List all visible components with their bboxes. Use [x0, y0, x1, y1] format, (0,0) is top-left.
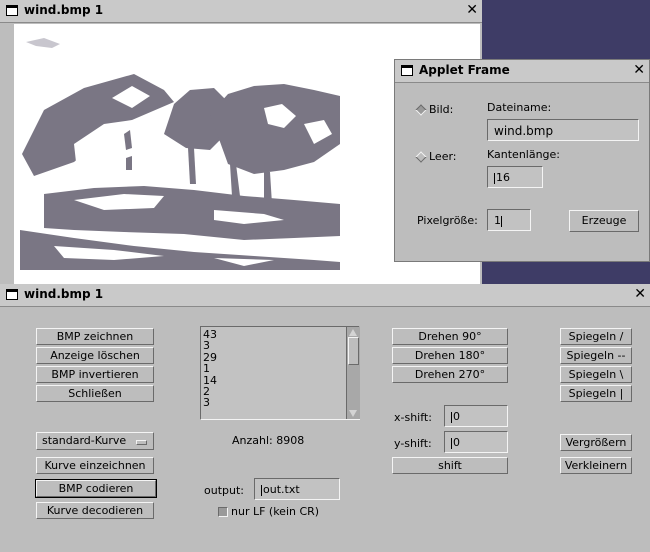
list-item[interactable]: 2: [201, 386, 345, 398]
text-caret: [451, 411, 452, 423]
kantenlaenge-label: Kantenlänge:: [487, 148, 561, 161]
nur-lf-checkbox[interactable]: nur LF (kein CR): [218, 505, 319, 518]
yshift-value: 0: [453, 436, 460, 449]
window-menu-icon[interactable]: [6, 289, 18, 300]
bmp-invertieren-button[interactable]: BMP invertieren: [36, 366, 154, 383]
drehen-270-button[interactable]: Drehen 270°: [392, 366, 508, 383]
pixelgroesse-field[interactable]: 1: [487, 209, 531, 231]
anzeige-loeschen-button[interactable]: Anzeige löschen: [36, 347, 154, 364]
list-item[interactable]: 3: [201, 397, 345, 409]
close-icon[interactable]: ✕: [633, 62, 645, 78]
radio-selected-icon: [415, 104, 427, 116]
control-window: wind.bmp 1 ✕ BMP zeichnen Anzeige lösche…: [0, 284, 650, 552]
kurve-einzeichnen-button[interactable]: Kurve einzeichnen: [36, 457, 154, 474]
spiegeln-horizontal-button[interactable]: Spiegeln --: [560, 347, 632, 364]
vergroessern-button[interactable]: Vergrößern: [560, 434, 632, 451]
list-item[interactable]: 29: [201, 351, 345, 363]
close-icon[interactable]: ✕: [634, 286, 646, 302]
window-menu-icon[interactable]: [401, 65, 413, 76]
xshift-label: x-shift:: [394, 411, 432, 424]
xshift-value: 0: [453, 410, 460, 423]
control-window-title: wind.bmp 1: [24, 287, 104, 301]
dateiname-field[interactable]: wind.bmp: [487, 119, 639, 141]
text-caret: [494, 172, 495, 184]
radio-bild[interactable]: Bild:: [415, 103, 454, 116]
output-value: out.txt: [263, 483, 300, 496]
pixelgroesse-label: Pixelgröße:: [417, 214, 478, 227]
erzeuge-button[interactable]: Erzeuge: [569, 210, 639, 232]
scrollbar-thumb[interactable]: [348, 337, 359, 365]
close-icon[interactable]: ✕: [466, 2, 478, 18]
checkbox-icon: [218, 507, 228, 517]
output-label: output:: [204, 484, 244, 497]
schliessen-button[interactable]: Schließen: [36, 385, 154, 402]
radio-leer-label: Leer:: [429, 150, 457, 163]
kantenlaenge-value: 16: [496, 171, 510, 184]
scroll-up-arrow-icon[interactable]: [349, 329, 357, 336]
xshift-field[interactable]: 0: [444, 405, 508, 427]
pixelgroesse-value: 1: [494, 214, 501, 227]
applet-title: Applet Frame: [419, 63, 510, 77]
image-window-title: wind.bmp 1: [24, 3, 104, 17]
yshift-field[interactable]: 0: [444, 431, 508, 453]
list-item[interactable]: 1: [201, 363, 345, 375]
window-menu-icon[interactable]: [6, 5, 18, 16]
text-caret: [501, 215, 502, 227]
anzahl-label: Anzahl: 8908: [232, 434, 305, 447]
radio-leer[interactable]: Leer:: [415, 150, 457, 163]
control-window-titlebar[interactable]: wind.bmp 1 ✕: [0, 284, 650, 307]
code-list[interactable]: 43 3 29 1 14 2 3: [200, 326, 360, 420]
curve-select-value: standard-Kurve: [42, 434, 127, 447]
list-item[interactable]: 14: [201, 374, 345, 386]
text-caret: [451, 437, 452, 449]
text-caret: [261, 484, 262, 496]
bmp-codieren-button[interactable]: BMP codieren: [35, 479, 157, 498]
nur-lf-label: nur LF (kein CR): [231, 505, 320, 518]
list-item[interactable]: 3: [201, 340, 345, 352]
radio-bild-label: Bild:: [429, 103, 454, 116]
kantenlaenge-field[interactable]: 16: [487, 166, 543, 188]
output-field[interactable]: out.txt: [254, 478, 340, 500]
curve-select[interactable]: standard-Kurve: [36, 432, 154, 450]
shift-button[interactable]: shift: [392, 457, 508, 474]
applet-titlebar[interactable]: Applet Frame ✕: [395, 60, 649, 83]
dateiname-label: Dateiname:: [487, 101, 552, 114]
verkleinern-button[interactable]: Verkleinern: [560, 457, 632, 474]
spiegeln-vertical-button[interactable]: Spiegeln |: [560, 385, 632, 402]
yshift-label: y-shift:: [394, 437, 432, 450]
scroll-down-arrow-icon[interactable]: [349, 410, 357, 417]
list-scrollbar[interactable]: [346, 327, 360, 419]
list-items: 43 3 29 1 14 2 3: [201, 329, 345, 409]
drehen-90-button[interactable]: Drehen 90°: [392, 328, 508, 345]
kurve-decodieren-button[interactable]: Kurve decodieren: [36, 502, 154, 519]
dateiname-value: wind.bmp: [494, 124, 554, 138]
spiegeln-antidiagonal-button[interactable]: Spiegeln \: [560, 366, 632, 383]
list-item[interactable]: 43: [201, 329, 345, 341]
bmp-zeichnen-button[interactable]: BMP zeichnen: [36, 328, 154, 345]
drehen-180-button[interactable]: Drehen 180°: [392, 347, 508, 364]
image-window-titlebar[interactable]: wind.bmp 1 ✕: [0, 0, 482, 23]
applet-frame-window: Applet Frame ✕ Bild: Dateiname: wind.bmp…: [394, 59, 650, 262]
radio-unselected-icon: [415, 151, 427, 163]
spiegeln-diagonal-button[interactable]: Spiegeln /: [560, 328, 632, 345]
dropdown-icon: [136, 440, 147, 445]
